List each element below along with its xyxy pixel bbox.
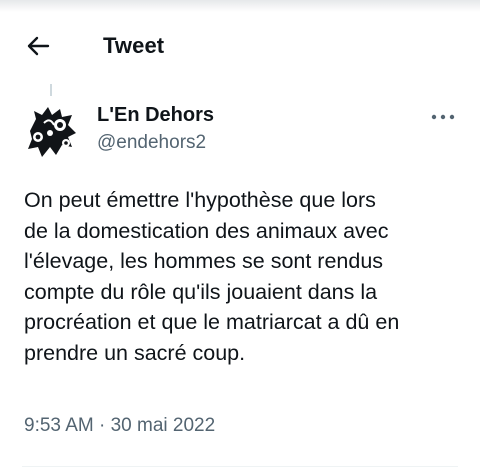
- author-display-name[interactable]: L'En Dehors: [97, 104, 214, 127]
- tweet-text-line: On peut émettre l'hypothèse que lors: [24, 188, 376, 212]
- author-handle[interactable]: @endehors2: [97, 132, 206, 154]
- back-button[interactable]: [22, 32, 54, 60]
- more-horizontal-icon: [431, 114, 455, 120]
- tweet-timestamp[interactable]: 9:53 AM · 30 mai 2022: [24, 415, 215, 437]
- tweet-text-line: compte du rôle qu'ils jouaient dans la: [24, 279, 378, 304]
- tweet-text: On peut émettre l'hypothèse que lors de …: [24, 185, 470, 369]
- tweet-text-line: prendre un sacré coup.: [24, 340, 246, 365]
- tweet-text-line: procréation et que le matriarcat a dû en: [24, 310, 400, 335]
- tweet-text-line: l'élevage, les hommes se sont rendus: [24, 249, 384, 274]
- status-bar-shadow: [0, 0, 480, 12]
- tweet-text-line: de la domestication des animaux avec: [24, 218, 389, 243]
- header-bar: Tweet: [0, 18, 480, 74]
- divider: [22, 466, 458, 467]
- page-title: Tweet: [103, 33, 165, 58]
- thread-connector: [50, 84, 52, 96]
- avatar-image: [28, 107, 76, 157]
- arrow-left-icon: [27, 36, 50, 56]
- more-options-button[interactable]: [428, 107, 458, 127]
- avatar[interactable]: [22, 103, 80, 161]
